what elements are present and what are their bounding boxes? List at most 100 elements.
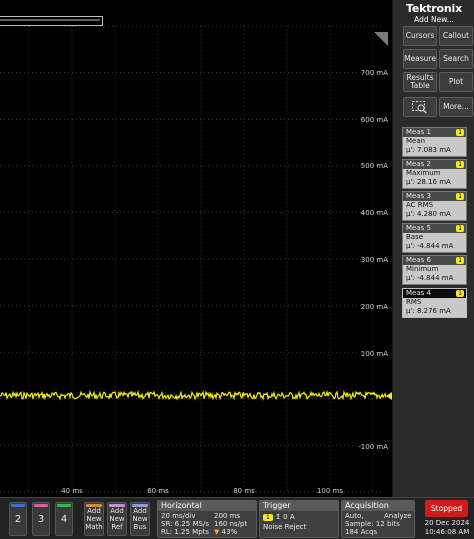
meas-value: μ': -4.844 mA xyxy=(406,241,454,250)
waveform-overview-bar[interactable] xyxy=(0,16,103,26)
trigger-mode: Noise Reject xyxy=(263,523,307,531)
measurement-badge-meas-1[interactable]: Meas 1 1 Mean μ': 7.083 mA xyxy=(402,127,467,157)
meas-value: μ': 8.276 mA xyxy=(406,306,451,315)
channel-4-button[interactable]: 4 xyxy=(55,502,73,536)
plot-button[interactable]: Plot xyxy=(439,72,473,92)
measurement-badge-meas-3[interactable]: Meas 3 1 AC RMS μ': 4.280 mA xyxy=(402,191,467,221)
zoom-button[interactable] xyxy=(403,97,437,117)
rising-edge-icon: ↥ xyxy=(275,513,281,521)
time-text: 10:46:08 AM xyxy=(424,527,470,536)
y-axis-label: 700 mA xyxy=(360,69,388,77)
channel-badge: 1 xyxy=(456,225,464,232)
y-axis-label: 600 mA xyxy=(360,116,388,124)
channel-badge: 1 xyxy=(456,290,464,297)
meas-title: Meas 5 xyxy=(406,224,431,232)
measurement-badge-meas-5[interactable]: Meas 5 1 Base μ': -4.844 mA xyxy=(402,223,467,253)
channel-color-stripe xyxy=(34,504,48,507)
date-text: 20 Dec 2024 xyxy=(424,519,470,527)
x-axis-label: 60 ms xyxy=(147,487,169,495)
channel-number: 4 xyxy=(60,513,68,525)
acquisition-settings-badge[interactable]: Acquisition Auto, Analyze Sample: 12 bit… xyxy=(341,500,415,538)
measure-button[interactable]: Measure xyxy=(403,49,437,69)
waveform-plot[interactable]: 700 mA 600 mA 500 mA 400 mA 300 mA 200 m… xyxy=(0,0,392,497)
meas-name: Mean xyxy=(406,137,426,145)
position-marker-icon: ▼ xyxy=(214,528,222,536)
add-bus-label: Add New Bus xyxy=(132,507,148,531)
acquisition-sample: Sample: 12 bits xyxy=(345,520,400,528)
y-axis-label: 300 mA xyxy=(360,256,388,264)
channel-badge: 1 xyxy=(456,161,464,168)
x-axis-label: 80 ms xyxy=(233,487,255,495)
cursors-button[interactable]: Cursors xyxy=(403,26,437,46)
date-time-display: 20 Dec 2024 10:46:08 AM xyxy=(422,519,472,536)
meas-value: μ': -4.844 mA xyxy=(406,273,454,282)
horizontal-position: ▼ 43% xyxy=(214,528,237,536)
meas-name: Base xyxy=(406,233,424,241)
meas-title: Meas 1 xyxy=(406,128,431,136)
y-axis-label: 100 mA xyxy=(360,350,388,358)
horizontal-settings-badge[interactable]: Horizontal 20 ms/div 200 ms SR: 6.25 MS/… xyxy=(157,500,257,538)
meas-title: Meas 4 xyxy=(406,289,431,297)
horizontal-duration: 200 ms xyxy=(214,512,241,520)
acquisition-analyze: Analyze xyxy=(384,512,412,520)
position-value: 43% xyxy=(221,528,238,536)
trigger-source-badge: 1 xyxy=(263,514,273,521)
plot-corner-handle-icon[interactable] xyxy=(374,32,388,46)
y-axis-label: 500 mA xyxy=(360,162,388,170)
meas-title: Meas 3 xyxy=(406,192,431,200)
horizontal-title: Horizontal xyxy=(158,501,256,511)
y-axis-label: -100 mA xyxy=(358,443,388,451)
meas-value: μ': 4.280 mA xyxy=(406,209,451,218)
channel-3-button[interactable]: 3 xyxy=(32,502,50,536)
channel-badge: 1 xyxy=(456,193,464,200)
acquisition-mode: Auto, xyxy=(345,512,364,520)
record-length: RL: 1.25 Mpts xyxy=(161,528,210,536)
meas-value: μ': 7.083 mA xyxy=(406,145,451,154)
channel-badge: 1 xyxy=(456,257,464,264)
acquisition-count: 184 Acqs xyxy=(345,528,378,536)
trigger-level: 0 A xyxy=(283,513,295,521)
y-axis-label: 200 mA xyxy=(360,303,388,311)
channel-color-stripe xyxy=(57,504,71,507)
trigger-settings-badge[interactable]: Trigger 1 ↥ 0 A Noise Reject xyxy=(259,500,339,538)
add-new-bus-button[interactable]: Add New Bus xyxy=(130,502,150,536)
meas-name: Maximum xyxy=(406,169,441,177)
add-new-ref-button[interactable]: Add New Ref xyxy=(107,502,127,536)
trigger-title: Trigger xyxy=(260,501,338,511)
zoom-box-icon xyxy=(412,101,427,114)
graticule xyxy=(0,25,387,493)
channel-2-button[interactable]: 2 xyxy=(9,502,27,536)
tektronix-logo: Tektronix xyxy=(406,2,462,15)
results-table-button[interactable]: Results Table xyxy=(403,72,437,92)
sample-rate: SR: 6.25 MS/s xyxy=(161,520,209,528)
meas-name: RMS xyxy=(406,298,422,306)
more-button[interactable]: More... xyxy=(439,97,473,117)
channel-badge: 1 xyxy=(456,129,464,136)
add-new-math-button[interactable]: Add New Math xyxy=(84,502,104,536)
channel-1-waveform-trace xyxy=(0,389,387,401)
time-per-point: 160 ns/pt xyxy=(214,520,248,528)
overview-window xyxy=(0,19,100,21)
meas-value: μ': 28.16 mA xyxy=(406,177,451,186)
trigger-source: 1 ↥ 0 A xyxy=(263,513,295,521)
channel-number: 2 xyxy=(14,513,22,525)
channel-number: 3 xyxy=(37,513,45,525)
add-new-heading: Add New... xyxy=(414,15,454,24)
y-axis-label: 400 mA xyxy=(360,209,388,217)
measurement-badge-meas-4[interactable]: Meas 4 1 RMS μ': 8.276 mA xyxy=(402,288,467,318)
search-button[interactable]: Search xyxy=(439,49,473,69)
callout-button[interactable]: Callout xyxy=(439,26,473,46)
meas-name: AC RMS xyxy=(406,201,434,209)
x-axis-label: 40 ms xyxy=(61,487,83,495)
measurement-badge-meas-6[interactable]: Meas 6 1 Minimum μ': -4.844 mA xyxy=(402,255,467,285)
add-math-label: Add New Math xyxy=(85,507,103,531)
run-stop-status-button[interactable]: Stopped xyxy=(425,500,468,517)
button-color-stripe xyxy=(86,504,102,507)
right-control-panel: Tektronix Add New... Cursors Callout Mea… xyxy=(392,0,474,497)
button-color-stripe xyxy=(132,504,148,507)
measurement-badge-meas-2[interactable]: Meas 2 1 Maximum μ': 28.16 mA xyxy=(402,159,467,189)
acquisition-title: Acquisition xyxy=(342,501,414,511)
x-axis-label: 100 ms xyxy=(316,487,344,495)
settings-bar: 2 3 4 Add New Math Add New Ref Add New B… xyxy=(0,497,474,539)
meas-title: Meas 6 xyxy=(406,256,431,264)
